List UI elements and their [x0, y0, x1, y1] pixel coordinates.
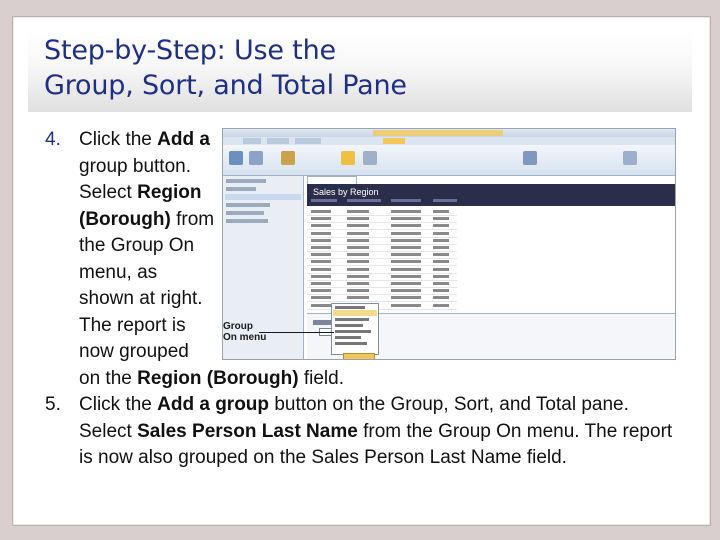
text: menu, as	[79, 261, 158, 283]
step-4: 4. Click the Add a group button. Select …	[45, 127, 344, 392]
step-number: 5.	[45, 394, 61, 415]
text: from	[176, 208, 215, 230]
bold-text: Region (Borough)	[137, 367, 299, 389]
bold-text: (Borough)	[79, 208, 171, 230]
text: The report is	[79, 314, 186, 336]
text: field.	[303, 367, 344, 389]
body-text: 4. Click the Add a group button. Select …	[45, 127, 685, 472]
slide-title: Step-by-Step: Use the Group, Sort, and T…	[44, 33, 684, 103]
text: group button.	[79, 155, 191, 177]
text: the Group On	[79, 235, 195, 256]
step-number: 4.	[45, 129, 61, 150]
bold-text: Add a	[157, 129, 210, 150]
text: Click the	[79, 129, 152, 150]
bold-text: Region	[137, 182, 202, 203]
text: shown at right.	[79, 288, 203, 309]
text: on the	[79, 367, 132, 389]
step-5: 5. Click the Add a group button on the G…	[45, 392, 679, 472]
text: Select	[79, 182, 132, 203]
text: now grouped	[79, 341, 189, 362]
title-line-1: Step-by-Step: Use the	[44, 35, 336, 66]
title-line-2: Group, Sort, and Total Pane	[44, 70, 407, 101]
bold-text: Sales Person Last Name	[137, 420, 358, 442]
bold-text: Add a group	[157, 394, 270, 415]
text: Click the	[79, 394, 152, 415]
